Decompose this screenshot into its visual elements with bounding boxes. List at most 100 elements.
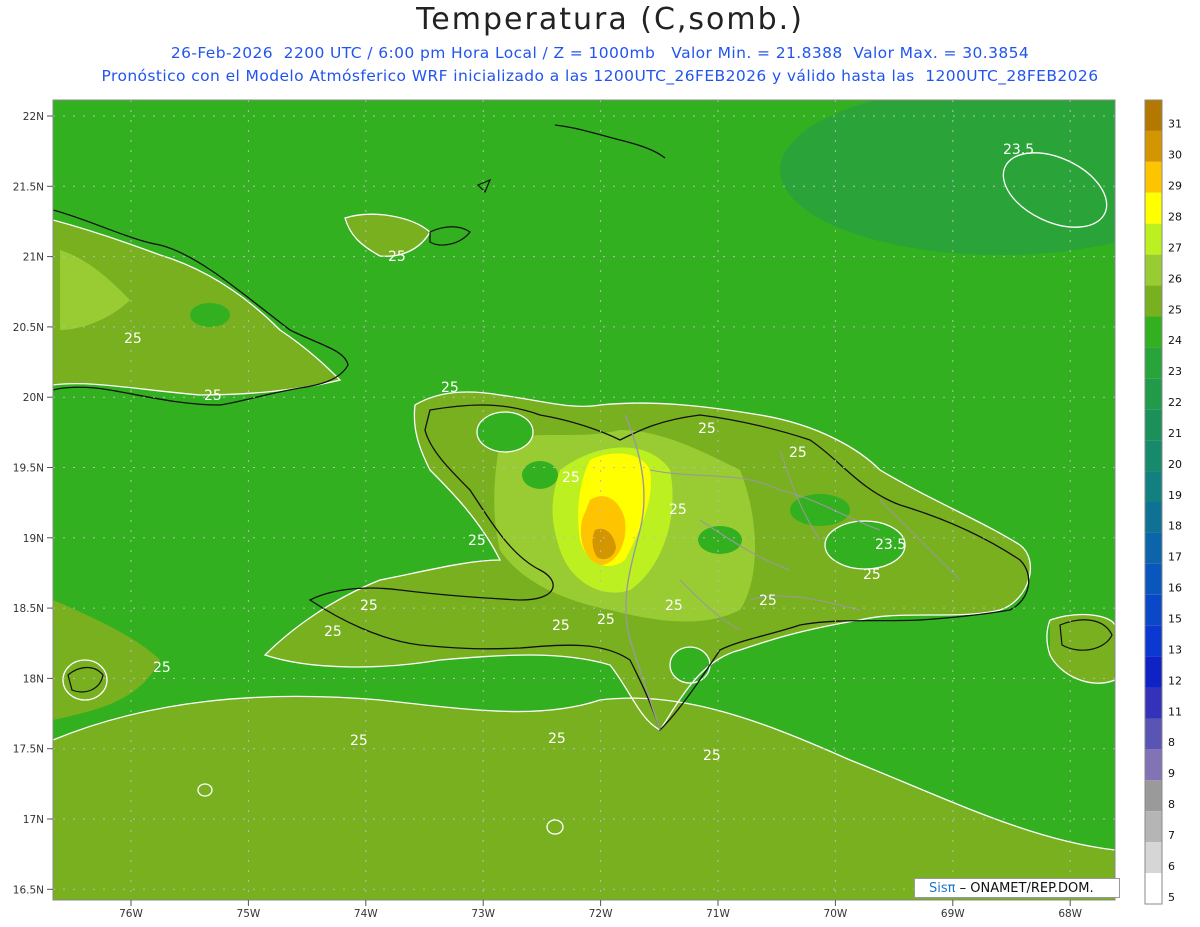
lon-tick-label: 68W <box>1058 908 1082 920</box>
colorbar-swatch <box>1145 594 1162 626</box>
colorbar-label: 26 <box>1168 272 1182 285</box>
colorbar-label: 9 <box>1168 767 1175 780</box>
colorbar-swatch <box>1145 532 1162 564</box>
colorbar-label: 28 <box>1168 211 1182 224</box>
cool-patch <box>698 526 742 554</box>
colorbar-swatch <box>1145 100 1162 131</box>
colorbar-label: 20 <box>1168 458 1182 471</box>
lat-tick-label: 18N <box>23 673 44 685</box>
colorbar-swatch <box>1145 378 1162 410</box>
colorbar: 31 30 29 28 27 26 25 24 23 22 21 20 19 18 17 16 15 13 12 11… <box>1144 99 1182 905</box>
colorbar-label: 24 <box>1168 334 1182 347</box>
colorbar-label: 18 <box>1168 520 1182 533</box>
lon-tick-label: 76W <box>119 908 143 920</box>
latitude-axis: 22N 21.5N 21N 20.5N 20N 19.5N 19N 18.5N 18N 17.5N… <box>13 111 53 896</box>
temperature-field <box>53 100 1115 900</box>
lat-tick-label: 17.5N <box>13 744 44 756</box>
contour-label: 25 <box>324 624 342 640</box>
cooler-sea-patch <box>780 100 1115 255</box>
colorbar-swatch <box>1145 687 1162 719</box>
colorbar-swatch <box>1145 471 1162 502</box>
lat-tick-label: 20.5N <box>13 322 44 334</box>
contour-label: 23.5 <box>1003 142 1034 158</box>
colorbar-label: 22 <box>1168 396 1182 409</box>
colorbar-label: 31 <box>1168 118 1182 131</box>
longitude-axis: 76W 75W 74W 73W 72W 71W 70W 69W 68W <box>119 900 1083 920</box>
credit-box: Sisπ – ONAMET/REP.DOM. <box>914 878 1120 898</box>
colorbar-label: 7 <box>1168 829 1175 842</box>
colorbar-label: 12 <box>1168 674 1182 687</box>
colorbar-swatch <box>1145 563 1162 595</box>
colorbar-swatch <box>1145 842 1162 874</box>
lon-tick-label: 71W <box>706 908 730 920</box>
cool-patch <box>790 494 850 526</box>
colorbar-label: 21 <box>1168 427 1182 440</box>
lon-tick-label: 72W <box>589 908 613 920</box>
contour-label: 25 <box>665 598 683 614</box>
colorbar-label: 25 <box>1168 303 1182 316</box>
contour-label: 25 <box>863 567 881 583</box>
colorbar-label: 5 <box>1168 891 1175 904</box>
credit-text: – ONAMET/REP.DOM. <box>959 881 1094 896</box>
contour-label: 25 <box>204 388 222 404</box>
lon-tick-label: 69W <box>941 908 965 920</box>
contour-label: 25 <box>360 598 378 614</box>
lat-tick-label: 19.5N <box>13 463 44 475</box>
colorbar-label: 17 <box>1168 551 1182 564</box>
colorbar-swatch <box>1145 718 1162 750</box>
colorbar-swatch <box>1145 254 1162 286</box>
colorbar-swatch <box>1145 409 1162 441</box>
lat-tick-label: 22N <box>23 111 44 123</box>
sispi-logo-text: Sisπ <box>929 881 956 896</box>
colorbar-label: 19 <box>1168 489 1182 502</box>
contour-label: 25 <box>350 733 368 749</box>
colorbar-swatch <box>1145 285 1162 317</box>
contour-label: 25 <box>388 249 406 265</box>
contour-label: 25 <box>562 470 580 486</box>
lat-tick-label: 17N <box>23 814 44 826</box>
colorbar-swatch <box>1145 130 1162 162</box>
colorbar-label: 16 <box>1168 582 1182 595</box>
contour-label: 25 <box>441 380 459 396</box>
lat-tick-label: 20N <box>23 392 44 404</box>
contour-label: 25 <box>759 593 777 609</box>
lon-tick-label: 74W <box>354 908 378 920</box>
colorbar-swatch <box>1145 161 1162 193</box>
colorbar-label: 11 <box>1168 705 1182 718</box>
lat-tick-label: 18.5N <box>13 603 44 615</box>
temperature-map: 25 25 25 25 25 25 25 25 25 25 25 25 25 2… <box>13 99 1182 920</box>
lon-tick-label: 70W <box>824 908 848 920</box>
contour-label: 25 <box>698 421 716 437</box>
lon-tick-label: 73W <box>471 908 495 920</box>
colorbar-swatch <box>1145 625 1162 657</box>
colorbar-swatch <box>1145 192 1162 224</box>
contour-label: 25 <box>597 612 615 628</box>
colorbar-label: 8 <box>1168 736 1175 749</box>
colorbar-label: 23 <box>1168 365 1182 378</box>
lon-tick-label: 75W <box>237 908 261 920</box>
lat-tick-label: 21N <box>23 252 44 264</box>
contour-label: 25 <box>703 748 721 764</box>
colorbar-swatch <box>1145 780 1162 812</box>
contour-label: 25 <box>468 533 486 549</box>
colorbar-label: 15 <box>1168 613 1182 626</box>
contour-label: 23.5 <box>875 537 906 553</box>
contour-label: 25 <box>548 731 566 747</box>
colorbar-swatch <box>1145 440 1162 472</box>
colorbar-swatch <box>1145 316 1162 348</box>
cool-patch <box>190 303 230 327</box>
colorbar-label: 6 <box>1168 860 1175 873</box>
colorbar-swatch <box>1145 223 1162 255</box>
colorbar-label: 29 <box>1168 180 1182 193</box>
lat-tick-label: 19N <box>23 533 44 545</box>
colorbar-label: 27 <box>1168 241 1182 254</box>
colorbar-label: 30 <box>1168 149 1182 162</box>
colorbar-swatch <box>1145 873 1162 904</box>
colorbar-swatch <box>1145 811 1162 843</box>
contour-label: 25 <box>124 331 142 347</box>
colorbar-swatch <box>1145 749 1162 781</box>
contour-label: 25 <box>552 618 570 634</box>
contour-label: 25 <box>153 660 171 676</box>
colorbar-label: 8 <box>1168 798 1175 811</box>
colorbar-swatch <box>1145 502 1162 533</box>
